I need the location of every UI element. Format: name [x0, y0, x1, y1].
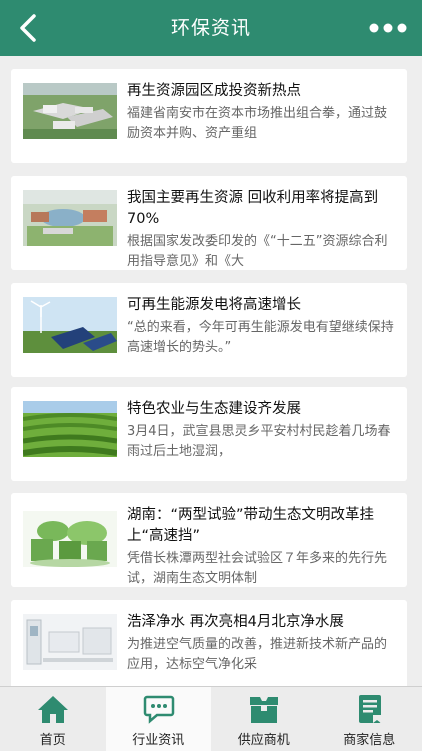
- news-title: 特色农业与生态建设齐发展: [127, 399, 395, 420]
- news-item[interactable]: 湖南：“两型试验”带动生态文明改革挂上“高速挡” 凭借长株潭两型社会试验区７年多…: [11, 493, 407, 587]
- home-icon: [37, 693, 69, 725]
- news-thumbnail: [23, 83, 117, 139]
- tab-industry-news[interactable]: 行业资讯: [106, 687, 212, 751]
- news-item[interactable]: 可再生能源发电将高速增长 “总的来看，今年可再生能源发电有望继续保持高速增长的势…: [11, 283, 407, 377]
- solar-wind-farm-image: [23, 297, 117, 353]
- tab-label: 供应商机: [211, 729, 317, 748]
- tab-label: 首页: [0, 729, 106, 748]
- recycling-park-rendering-image: [23, 190, 117, 246]
- tab-label: 行业资讯: [106, 729, 212, 748]
- news-title: 我国主要再生资源 回收利用率将提高到70%: [127, 188, 395, 230]
- more-button[interactable]: [368, 18, 408, 38]
- news-title: 可再生能源发电将高速增长: [127, 295, 395, 316]
- news-title: 浩泽净水 再次亮相4月北京净水展: [127, 612, 395, 633]
- news-summary: 福建省南安市在资本市场推出组合拳，通过鼓励资本并购、资产重组: [127, 104, 395, 144]
- box-icon: [248, 693, 280, 725]
- news-item[interactable]: 浩泽净水 再次亮相4月北京净水展 为推进空气质量的改善，推进新技术新产品的应用，…: [11, 600, 407, 686]
- news-title: 再生资源园区成投资新热点: [127, 81, 395, 102]
- tab-label: 商家信息: [317, 729, 422, 748]
- news-thumbnail: [23, 511, 117, 567]
- ecological-civilization-image: [23, 511, 117, 567]
- industrial-park-aerial-image: [23, 83, 117, 139]
- news-summary: 3月4日，武宣县思灵乡平安村村民趁着几场春雨过后土地湿润，: [127, 422, 395, 462]
- news-thumbnail: [23, 297, 117, 353]
- page-title: 环保资讯: [0, 0, 422, 56]
- news-item[interactable]: 特色农业与生态建设齐发展 3月4日，武宣县思灵乡平安村村民趁着几场春雨过后土地湿…: [11, 387, 407, 481]
- news-item[interactable]: 再生资源园区成投资新热点 福建省南安市在资本市场推出组合拳，通过鼓励资本并购、资…: [11, 69, 407, 163]
- document-icon: [354, 693, 386, 725]
- tab-home[interactable]: 首页: [0, 687, 106, 751]
- news-summary: 根据国家发改委印发的《“十二五”资源综合利用指导意见》和《大: [127, 232, 395, 270]
- news-thumbnail: [23, 614, 117, 670]
- app-header: 环保资讯: [0, 0, 422, 56]
- chat-icon: [143, 693, 175, 725]
- news-item[interactable]: 我国主要再生资源 回收利用率将提高到70% 根据国家发改委印发的《“十二五”资源…: [11, 176, 407, 270]
- water-purifier-showroom-image: [23, 614, 117, 670]
- news-thumbnail: [23, 401, 117, 457]
- bottom-tab-bar: 首页 行业资讯 供应商机 商家信息: [0, 686, 422, 751]
- tea-plantation-image: [23, 401, 117, 457]
- tab-supply[interactable]: 供应商机: [211, 687, 317, 751]
- news-summary: 凭借长株潭两型社会试验区７年多来的先行先试，湖南生态文明体制: [127, 549, 395, 587]
- more-dots-icon: [368, 18, 408, 38]
- news-thumbnail: [23, 190, 117, 246]
- news-summary: 为推进空气质量的改善，推进新技术新产品的应用，达标空气净化采: [127, 635, 395, 675]
- news-list[interactable]: 再生资源园区成投资新热点 福建省南安市在资本市场推出组合拳，通过鼓励资本并购、资…: [0, 56, 422, 686]
- news-title: 湖南：“两型试验”带动生态文明改革挂上“高速挡”: [127, 505, 395, 547]
- news-summary: “总的来看，今年可再生能源发电有望继续保持高速增长的势头。”: [127, 318, 395, 358]
- tab-merchant[interactable]: 商家信息: [317, 687, 422, 751]
